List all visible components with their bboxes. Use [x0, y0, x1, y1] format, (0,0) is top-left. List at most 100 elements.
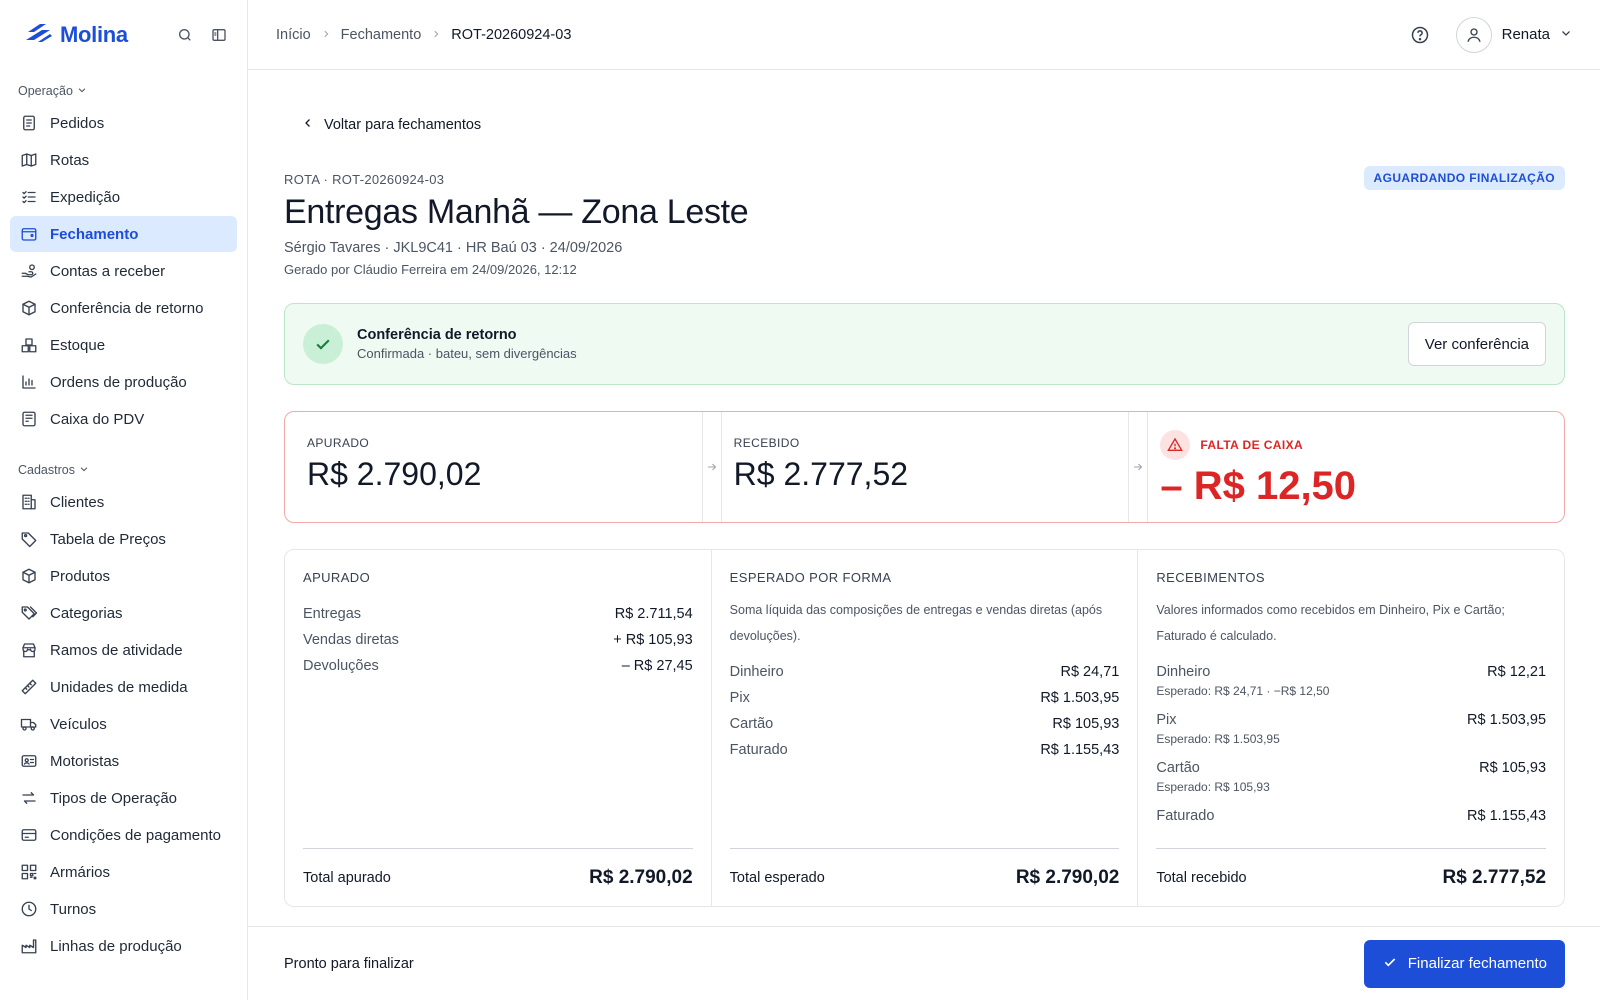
sidebar-item-label: Linhas de produção — [50, 937, 182, 955]
detail-card: APURADO Entregas R$ 2.711,54 Vendas direta… — [284, 549, 1565, 907]
sidebar-item-label: Unidades de medida — [50, 678, 188, 696]
arrows-icon — [20, 789, 38, 807]
summary-apurado: APURADO R$ 2.790,02 — [285, 412, 722, 522]
wallet-icon — [20, 225, 38, 243]
chevron-down-icon — [79, 463, 89, 477]
user-menu[interactable]: Renata — [1455, 16, 1572, 53]
detail-recebimentos-title: RECEBIMENTOS — [1156, 570, 1265, 585]
sidebar-item-rotas[interactable]: Rotas — [10, 142, 237, 178]
back-link[interactable]: Voltar para fechamentos — [302, 117, 481, 133]
finalizar-label: Finalizar fechamento — [1407, 955, 1547, 972]
row-hint: Esperado: R$ 24,71 · −R$ 12,50 — [1156, 684, 1330, 698]
sidebar-item-fechamento[interactable]: Fechamento — [10, 216, 237, 252]
sidebar-item-categorias[interactable]: Categorias — [10, 595, 237, 631]
action-footer: Pronto para finalizar Finalizar fechamen… — [248, 926, 1600, 1000]
row-label: Vendas diretas — [303, 632, 399, 648]
sidebar-item-turnos[interactable]: Turnos — [10, 891, 237, 927]
summary-recebido: RECEBIDO R$ 2.777,52 — [710, 412, 1149, 522]
row-label: Faturado — [729, 742, 788, 758]
chevron-right-icon — [321, 27, 331, 43]
sidebar-item-condicoes-de-pagamento[interactable]: Condições de pagamento — [10, 817, 237, 853]
sidebar-item-label: Conferência de retorno — [50, 299, 204, 317]
sidebar-item-clientes[interactable]: Clientes — [10, 484, 237, 520]
detail-row: Vendas diretas + R$ 105,93 — [303, 627, 693, 653]
sidebar-item-contas-a-receber[interactable]: Contas a receber — [10, 253, 237, 289]
sidebar-section-cadastros[interactable]: Cadastros — [0, 449, 247, 483]
detail-esperado: ESPERADO POR FORMA Soma líquida das comp… — [710, 550, 1138, 906]
breadcrumb-item-current: ROT-20260924-03 — [451, 26, 572, 43]
sidebar-item-tipos-de-operacao[interactable]: Tipos de Operação — [10, 780, 237, 816]
summary-falta-value: – R$ 12,50 — [1160, 464, 1357, 508]
detail-row: Faturado R$ 1.155,43 — [730, 737, 1120, 763]
breadcrumb-item-fechamento[interactable]: Fechamento — [341, 27, 422, 43]
summary-recebido-label: RECEBIDO — [733, 436, 800, 450]
sidebar-item-label: Ramos de atividade — [50, 641, 183, 659]
check-icon — [1382, 954, 1398, 974]
summary-falta-label: FALTA DE CAIXA — [1200, 438, 1304, 452]
row-value: R$ 105,93 — [1052, 716, 1120, 732]
breadcrumb-item-inicio[interactable]: Início — [276, 27, 311, 43]
chevron-right-icon — [431, 27, 441, 43]
detail-esperado-desc: Soma líquida das composições de entregas… — [729, 603, 1103, 643]
sidebar-item-linhas-de-producao[interactable]: Linhas de produção — [10, 928, 237, 964]
sidebar-item-estoque[interactable]: Estoque — [10, 327, 237, 363]
row-label: Faturado — [1156, 808, 1215, 824]
search-icon[interactable] — [175, 25, 195, 45]
avatar — [1455, 16, 1492, 53]
arrow-right-icon — [1128, 412, 1149, 522]
chevron-left-icon — [302, 117, 314, 133]
ver-conferencia-button[interactable]: Ver conferência — [1407, 322, 1546, 366]
row-label: Pix — [1156, 712, 1177, 728]
conferencia-title: Conferência de retorno — [357, 327, 517, 343]
sidebar-item-label: Turnos — [50, 900, 97, 918]
route-header: ROTA · ROT-20260924-03 AGUARDANDO FINALI… — [284, 166, 1565, 277]
breadcrumb: Início Fechamento ROT-20260924-03 — [276, 27, 571, 43]
help-icon[interactable] — [1410, 25, 1430, 45]
detail-row: Cartão R$ 105,93 — [730, 711, 1120, 737]
sidebar-item-veiculos[interactable]: Veículos — [10, 706, 237, 742]
total-value: R$ 2.777,52 — [1442, 866, 1547, 888]
sidebar-item-label: Rotas — [50, 151, 90, 169]
sidebar-section-operacao[interactable]: Operação — [0, 70, 247, 104]
sidebar-item-tabela-de-precos[interactable]: Tabela de Preços — [10, 521, 237, 557]
finalizar-fechamento-button[interactable]: Finalizar fechamento — [1363, 939, 1565, 988]
sidebar-toggle-icon[interactable] — [209, 25, 229, 45]
sidebar-item-motoristas[interactable]: Motoristas — [10, 743, 237, 779]
tags-icon — [20, 604, 38, 622]
row-hint: Esperado: R$ 1.503,95 — [1156, 732, 1280, 746]
detail-row: Pix R$ 1.503,95 — [730, 685, 1120, 711]
logo[interactable]: Molina — [24, 22, 128, 49]
sidebar-item-label: Clientes — [50, 493, 105, 511]
sidebar-item-pedidos[interactable]: Pedidos — [10, 105, 237, 141]
sidebar-item-caixa-do-pdv[interactable]: Caixa do PDV — [10, 401, 237, 437]
sidebar-item-label: Categorias — [50, 604, 123, 622]
sidebar-item-ordens-de-producao[interactable]: Ordens de produção — [10, 364, 237, 400]
detail-recebimentos-total: Total recebido R$ 2.777,52 — [1156, 848, 1547, 906]
orders-icon — [20, 114, 38, 132]
sidebar-item-conferencia-de-retorno[interactable]: Conferência de retorno — [10, 290, 237, 326]
row-label: Dinheiro — [1156, 664, 1211, 680]
sidebar: Molina Operação Pedidos Rotas Expedição Fech… — [0, 0, 248, 1000]
row-value: R$ 24,71 — [1060, 664, 1120, 680]
sidebar-item-produtos[interactable]: Produtos — [10, 558, 237, 594]
sidebar-item-unidades-de-medida[interactable]: Unidades de medida — [10, 669, 237, 705]
clock-icon — [20, 900, 38, 918]
ruler-icon — [20, 678, 38, 696]
factory-icon — [20, 937, 38, 955]
section-label-text: Cadastros — [18, 463, 75, 477]
sidebar-item-label: Caixa do PDV — [50, 410, 145, 428]
row-value: + R$ 105,93 — [613, 632, 693, 648]
sidebar-item-label: Ordens de produção — [50, 373, 187, 391]
detail-row: Dinheiro R$ 12,21 Esperado: R$ 24,71 · −R$… — [1156, 659, 1546, 699]
checklist-icon — [20, 188, 38, 206]
sidebar-item-expedicao[interactable]: Expedição — [10, 179, 237, 215]
summary-card: APURADO R$ 2.790,02 RECEBIDO R$ 2.777,52… — [284, 411, 1565, 523]
sidebar-item-armarios[interactable]: Armários — [10, 854, 237, 890]
main-content: Voltar para fechamentos ROTA · ROT-20260… — [248, 71, 1600, 926]
sidebar-item-ramos-de-atividade[interactable]: Ramos de atividade — [10, 632, 237, 668]
truck-icon — [20, 715, 38, 733]
box-icon — [20, 567, 38, 585]
warning-icon — [1160, 430, 1191, 460]
generated-info: Gerado por Cláudio Ferreira em 24/09/202… — [284, 262, 577, 277]
row-value: R$ 1.503,95 — [1040, 690, 1120, 706]
